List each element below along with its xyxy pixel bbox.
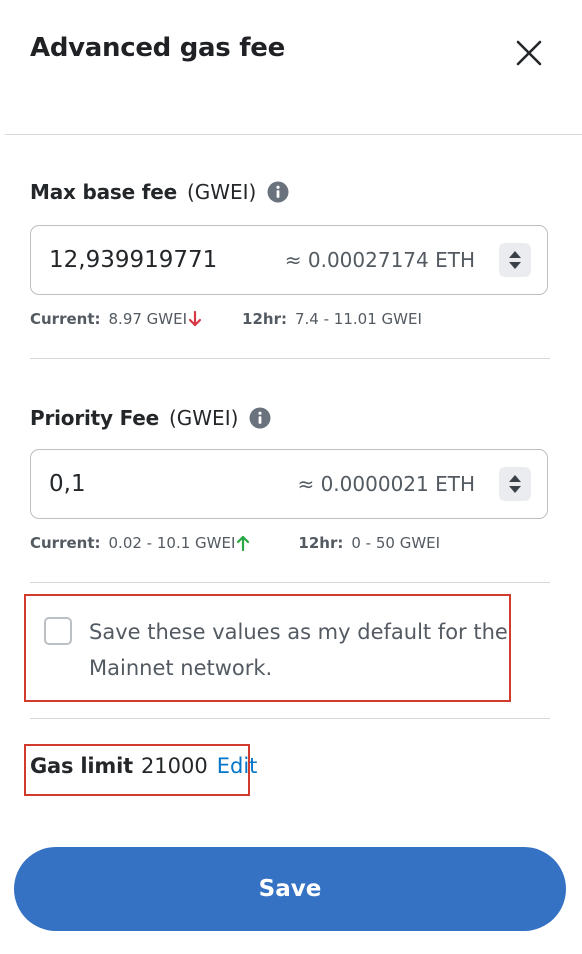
gas-limit-label: Gas limit	[30, 754, 133, 778]
section-divider	[30, 718, 550, 719]
max-base-fee-label-row: Max base fee (GWEI)	[30, 180, 289, 204]
save-default-label[interactable]: Save these values as my default for the …	[89, 614, 509, 686]
base-fee-range-value: 7.4 - 11.01 GWEI	[295, 310, 422, 328]
priority-fee-field: ≈ 0.0000021 ETH	[30, 449, 548, 519]
stepper-up-icon[interactable]	[509, 475, 521, 482]
current-label: Current:	[30, 534, 101, 552]
max-base-fee-eth-estimate: ≈ 0.00027174 ETH	[284, 248, 475, 272]
section-divider	[30, 582, 550, 583]
priority-fee-stepper[interactable]	[499, 467, 531, 501]
current-label: Current:	[30, 310, 101, 328]
current-base-fee-value: 8.97 GWEI	[108, 310, 188, 328]
info-icon[interactable]	[249, 407, 271, 429]
max-base-fee-stepper[interactable]	[499, 243, 531, 277]
max-base-fee-unit: (GWEI)	[186, 180, 257, 204]
range-label: 12hr:	[298, 534, 344, 552]
close-button[interactable]	[512, 36, 546, 70]
priority-fee-input[interactable]	[49, 450, 279, 518]
stepper-down-icon[interactable]	[509, 486, 521, 493]
max-base-fee-input[interactable]	[49, 226, 279, 294]
save-button[interactable]: Save	[14, 847, 566, 931]
gas-limit-row: Gas limit 21000 Edit	[30, 754, 257, 778]
priority-fee-label: Priority Fee	[30, 406, 159, 430]
gas-limit-edit-link[interactable]: Edit	[217, 754, 258, 778]
priority-fee-stats: Current: 0.02 - 10.1 GWEI 12hr: 0 - 50 G…	[30, 534, 440, 552]
stepper-down-icon[interactable]	[509, 262, 521, 269]
priority-fee-range-value: 0 - 50 GWEI	[351, 534, 441, 552]
arrow-down-icon	[188, 311, 202, 327]
section-divider	[30, 358, 550, 359]
current-priority-fee-value: 0.02 - 10.1 GWEI	[108, 534, 236, 552]
arrow-up-icon	[237, 535, 250, 551]
max-base-fee-field: ≈ 0.00027174 ETH	[30, 225, 548, 295]
max-base-fee-label: Max base fee	[30, 180, 177, 204]
gas-limit-value: 21000	[140, 754, 208, 778]
range-label: 12hr:	[242, 310, 287, 328]
header-divider	[5, 134, 582, 135]
save-default-checkbox[interactable]	[44, 617, 72, 645]
info-icon[interactable]	[267, 181, 289, 203]
max-base-fee-stats: Current: 8.97 GWEI 12hr: 7.4 - 11.01 GWE…	[30, 310, 422, 328]
page-title: Advanced gas fee	[30, 33, 285, 63]
close-icon	[516, 40, 542, 66]
stepper-up-icon[interactable]	[509, 251, 521, 258]
priority-fee-label-row: Priority Fee (GWEI)	[30, 406, 271, 430]
priority-fee-eth-estimate: ≈ 0.0000021 ETH	[297, 472, 475, 496]
priority-fee-unit: (GWEI)	[168, 406, 239, 430]
